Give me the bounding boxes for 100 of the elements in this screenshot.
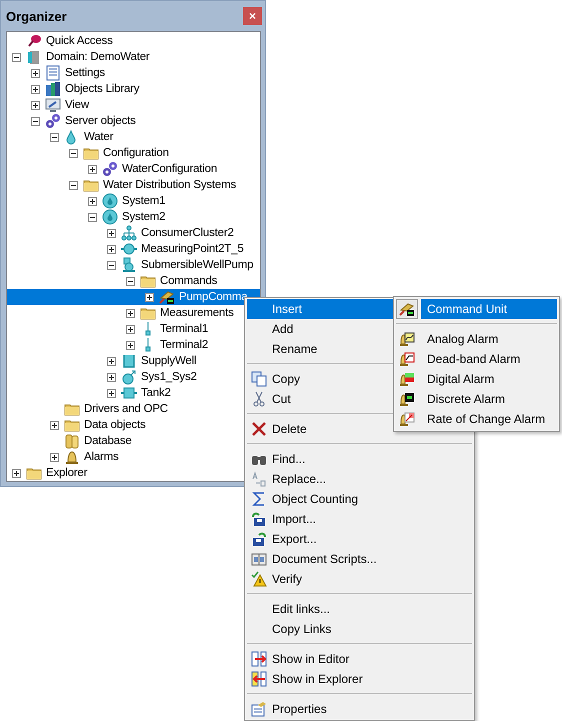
collapse-toggle[interactable]: [69, 148, 78, 158]
valve-icon: [121, 369, 137, 385]
menu-item[interactable]: Show in Explorer: [247, 669, 472, 689]
menu-item[interactable]: Digital Alarm: [421, 369, 557, 389]
menu-item[interactable]: Verify: [247, 569, 472, 589]
collapse-toggle[interactable]: [88, 212, 97, 222]
command-icon: [159, 289, 175, 305]
menu-item[interactable]: Rate of Change Alarm: [421, 409, 557, 429]
tree-item[interactable]: System2: [7, 209, 260, 225]
tree-item[interactable]: Water Distribution Systems: [7, 177, 260, 193]
tree-item[interactable]: Commands: [7, 273, 260, 289]
menu-item[interactable]: Dead-band Alarm: [421, 349, 557, 369]
tree-item[interactable]: Settings: [7, 65, 260, 81]
menu-item[interactable]: Copy Links: [247, 619, 472, 639]
tree-item[interactable]: MeasuringPoint2T_5: [7, 241, 260, 257]
server-icon: [26, 49, 42, 65]
tree-item[interactable]: ConsumerCluster2: [7, 225, 260, 241]
tree-item[interactable]: Tank2: [7, 385, 260, 401]
tree-item[interactable]: Objects Library: [7, 81, 260, 97]
tree-item[interactable]: Data objects: [7, 417, 260, 433]
expand-toggle[interactable]: [50, 420, 59, 430]
tree-item[interactable]: Quick Access: [7, 33, 260, 49]
pump-icon: [121, 257, 137, 273]
database-icon: [64, 433, 80, 449]
tree-item[interactable]: WaterConfiguration: [7, 161, 260, 177]
book-icon: [251, 551, 267, 567]
monitor-icon: [45, 97, 61, 113]
library-icon: [45, 81, 61, 97]
expand-toggle[interactable]: [107, 228, 116, 238]
menu-item[interactable]: Edit links...: [247, 599, 472, 619]
list-icon: [45, 65, 61, 81]
menu-item[interactable]: Show in Editor: [247, 649, 472, 669]
menu-item[interactable]: Export...: [247, 529, 472, 549]
collapse-toggle[interactable]: [69, 180, 78, 190]
tree-item[interactable]: Terminal1: [7, 321, 260, 337]
scissors-icon: [251, 391, 267, 407]
properties-icon: [251, 701, 267, 717]
menu-item[interactable]: Command Unit: [421, 299, 557, 319]
editor-icon: [251, 651, 267, 667]
tree-item[interactable]: Server objects: [7, 113, 260, 129]
collapse-toggle[interactable]: [126, 276, 135, 286]
tree-item[interactable]: Domain: DemoWater: [7, 49, 260, 65]
export-icon: [251, 531, 267, 547]
gears-icon: [102, 161, 118, 177]
water-drop-icon: [102, 193, 118, 209]
tree-item[interactable]: Database: [7, 433, 260, 449]
tree-item[interactable]: Water: [7, 129, 260, 145]
tree-item[interactable]: View: [7, 97, 260, 113]
warning-icon: [251, 571, 267, 587]
well-icon: [121, 353, 137, 369]
gears-icon: [45, 113, 61, 129]
expand-toggle[interactable]: [88, 196, 97, 206]
expand-toggle[interactable]: [126, 324, 135, 334]
expand-toggle[interactable]: [107, 372, 116, 382]
collapse-toggle[interactable]: [107, 260, 116, 270]
menu-item[interactable]: Document Scripts...: [247, 549, 472, 569]
delete-icon: [251, 421, 267, 437]
menu-item[interactable]: Object Counting: [247, 489, 472, 509]
tree-item[interactable]: Sys1_Sys2: [7, 369, 260, 385]
tree-item[interactable]: Drivers and OPC: [7, 401, 260, 417]
expand-toggle[interactable]: [31, 68, 40, 78]
replace-icon: [251, 471, 267, 487]
command-icon: [399, 301, 415, 317]
deadband-alarm-icon: [399, 351, 415, 367]
bell-icon: [64, 449, 80, 465]
menu-item[interactable]: Analog Alarm: [421, 329, 557, 349]
expand-toggle[interactable]: [126, 340, 135, 350]
collapse-toggle[interactable]: [50, 132, 59, 142]
tree-item[interactable]: PumpComma: [7, 289, 260, 305]
import-icon: [251, 511, 267, 527]
expand-toggle[interactable]: [126, 308, 135, 318]
tree-item[interactable]: Terminal2: [7, 337, 260, 353]
tree-item[interactable]: SupplyWell: [7, 353, 260, 369]
expand-toggle[interactable]: [145, 292, 154, 302]
expand-toggle[interactable]: [50, 452, 59, 462]
analog-alarm-icon: [399, 331, 415, 347]
expand-toggle[interactable]: [31, 84, 40, 94]
menu-item[interactable]: Properties: [247, 699, 472, 719]
expand-toggle[interactable]: [12, 468, 21, 478]
expand-toggle[interactable]: [107, 388, 116, 398]
network-icon: [121, 225, 137, 241]
collapse-toggle[interactable]: [12, 52, 21, 62]
expand-toggle[interactable]: [31, 100, 40, 110]
tree-item[interactable]: System1: [7, 193, 260, 209]
expand-toggle[interactable]: [107, 356, 116, 366]
discrete-alarm-icon: [399, 391, 415, 407]
menu-item[interactable]: Discrete Alarm: [421, 389, 557, 409]
close-button[interactable]: ×: [243, 7, 262, 25]
expand-toggle[interactable]: [107, 244, 116, 254]
water-drop-icon: [102, 209, 118, 225]
digital-alarm-icon: [399, 371, 415, 387]
tree-item[interactable]: Configuration: [7, 145, 260, 161]
copy-icon: [251, 371, 267, 387]
menu-item[interactable]: Import...: [247, 509, 472, 529]
expand-toggle[interactable]: [88, 164, 97, 174]
collapse-toggle[interactable]: [31, 116, 40, 126]
tank-icon: [121, 385, 137, 401]
pushpin-icon: [26, 33, 42, 49]
tree-item[interactable]: SubmersibleWellPump: [7, 257, 260, 273]
rate-alarm-icon: [399, 411, 415, 427]
